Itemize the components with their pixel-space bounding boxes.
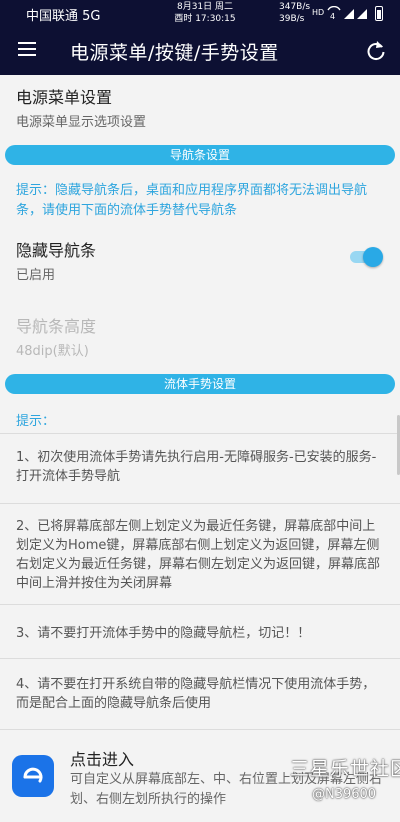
status-bar: 中国联通 5G 8月31日 周二 酉时 17:30:15 347B/s 39B/… [0,0,400,28]
status-date: 8月31日 周二 [176,2,234,12]
battery-icon [375,6,383,21]
nav-height-summary: 48dip(默认) [16,344,89,359]
page-title: 电源菜单/按键/手势设置 [70,42,279,64]
nav-section-header: 导航条设置 [5,145,395,165]
gesture-note-4: 4、请不要在打开系统自带的隐藏导航栏情况下使用流体手势，而是配合上面的隐藏导航条… [16,677,376,711]
gesture-entry-title[interactable]: 点击进入 [70,746,134,770]
nav-height-title: 导航条高度 [16,317,97,336]
watermark-brand: 三星乐世社区 [290,758,400,780]
menu-icon[interactable] [18,42,36,56]
gesture-note-2: 2、已将屏幕底部左侧上划定义为最近任务键，屏幕底部中间上划定义为Home键，屏幕… [16,519,381,591]
toggle-thumb [363,247,383,267]
divider [0,604,400,605]
watermark-user: @N39600 [312,787,377,802]
watermark: 三星乐世社区 @N39600 [290,754,400,814]
power-menu-summary: 电源菜单显示选项设置 [16,115,147,130]
hide-nav-setting[interactable]: 隐藏导航条 已启用 [16,237,96,283]
divider [0,503,400,504]
nav-hint: 提示：隐藏导航条后，桌面和应用程序界面都将无法调出导航条，请使用下面的流体手势替… [16,183,368,218]
gesture-section-header: 流体手势设置 [5,374,395,394]
network-speed-up: 347B/s [279,2,311,12]
gesture-note-3: 3、请不要打开流体手势中的隐藏导航栏，切记！！ [16,626,311,641]
divider [0,433,400,434]
hide-nav-title: 隐藏导航条 [16,241,97,260]
carrier-label: 中国联通 5G [26,9,101,24]
divider [0,729,400,730]
hide-nav-toggle[interactable] [349,245,383,269]
hd-icon: HD [312,8,325,17]
refresh-icon[interactable] [363,38,389,64]
gesture-note-1: 1、初次使用流体手势请先执行启用-无障碍服务-已安装的服务-打开流体手势导航 [16,450,377,484]
gesture-hint-label: 提示： [16,414,56,429]
status-datetime: 8月31日 周二 酉时 17:30:15 [172,1,238,25]
nav-height-setting: 导航条高度 48dip(默认) [16,313,96,359]
app-bar: 电源菜单/按键/手势设置 [0,28,400,75]
settings-content: 电源菜单设置 电源菜单显示选项设置 导航条设置 提示：隐藏导航条后，桌面和应用程… [0,75,400,822]
signal-icon: 4 [327,5,367,21]
divider [0,658,400,659]
hide-nav-summary: 已启用 [16,268,56,283]
svg-text:4: 4 [330,12,335,20]
status-time: 酉时 17:30:15 [174,14,236,24]
power-menu-setting[interactable]: 电源菜单设置 电源菜单显示选项设置 [16,84,146,130]
gesture-app-icon[interactable] [12,755,54,797]
network-speed-down: 39B/s [279,14,305,24]
signal-icons: 4 [326,5,370,23]
power-menu-title: 电源菜单设置 [16,88,113,107]
network-speed: 347B/s 39B/s [279,1,310,25]
